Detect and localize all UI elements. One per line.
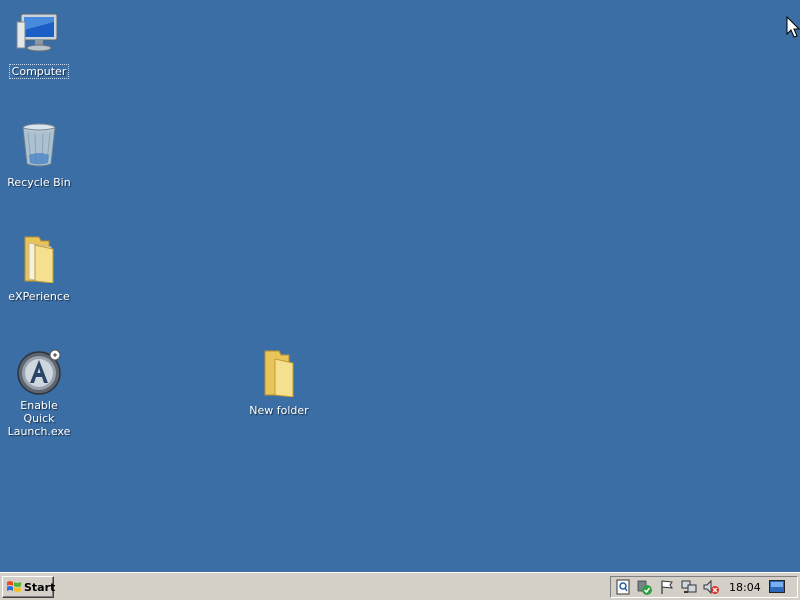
start-label: Start — [24, 580, 56, 594]
application-icon — [15, 349, 63, 397]
icon-label: Enable Quick Launch.exe — [7, 399, 71, 438]
desktop-icon-new-folder[interactable]: New folder — [241, 349, 317, 418]
action-center-flag-icon[interactable] — [659, 579, 675, 595]
icon-label: New folder — [249, 404, 309, 417]
icon-label: Computer — [8, 64, 70, 79]
windows-logo-icon — [6, 579, 22, 595]
mouse-cursor-icon — [786, 15, 800, 38]
icon-label: Recycle Bin — [7, 176, 71, 189]
display-settings-icon[interactable] — [615, 579, 631, 595]
icon-label: eXPerience — [8, 290, 70, 303]
desktop-icon-experience[interactable]: eXPerience — [1, 235, 77, 304]
start-button[interactable]: Start — [2, 576, 56, 598]
folder-icon — [15, 235, 63, 284]
network-icon[interactable] — [681, 579, 697, 595]
desktop-icon-enable-quick-launch[interactable]: Enable Quick Launch.exe — [1, 349, 77, 439]
clock[interactable]: 18:04 — [729, 581, 761, 594]
folder-icon — [255, 349, 303, 398]
system-tray: 18:04 — [610, 576, 798, 598]
show-desktop-icon[interactable] — [768, 579, 785, 595]
volume-muted-icon[interactable] — [703, 579, 719, 595]
desktop[interactable]: Computer Recycle Bin eXPerience Enable Q… — [0, 0, 800, 572]
recycle-bin-icon — [15, 121, 63, 169]
security-shield-icon[interactable] — [637, 579, 653, 595]
computer-icon — [15, 10, 63, 58]
taskbar: Start 18:04 — [0, 572, 800, 600]
desktop-icon-computer[interactable]: Computer — [1, 10, 77, 79]
desktop-icon-recycle-bin[interactable]: Recycle Bin — [1, 121, 77, 190]
